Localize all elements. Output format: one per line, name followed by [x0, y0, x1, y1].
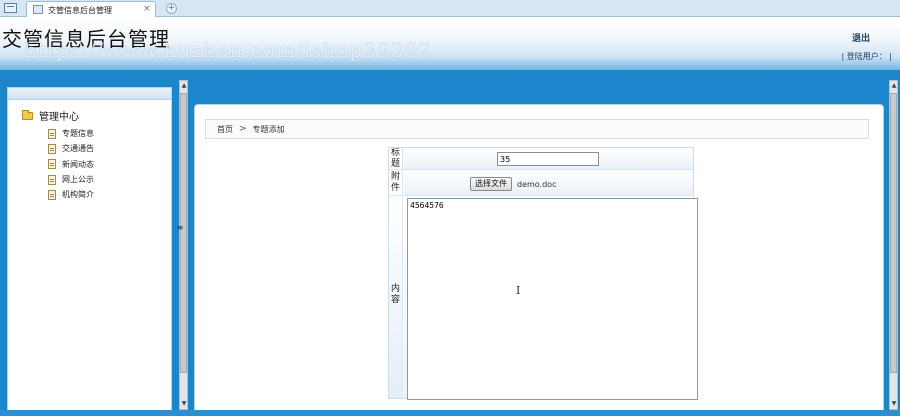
window-menu-icon[interactable] [4, 3, 17, 13]
content-row: 内容 4564576 I [389, 196, 698, 400]
title-cell [404, 148, 693, 169]
title-input[interactable] [497, 152, 599, 166]
new-tab-icon[interactable]: + [166, 3, 177, 14]
page-icon [33, 5, 43, 14]
bottom-border [0, 410, 900, 416]
tab-title: 交管信息后台管理 [48, 6, 112, 15]
tree-root[interactable]: 管理中心 [22, 108, 79, 123]
app-header: 交管信息后台管理 https://www.huzhan.com/ishop393… [0, 17, 900, 70]
title-row: 标题 [389, 148, 693, 170]
scroll-down-icon[interactable]: ▼ [181, 400, 187, 408]
tree-list: 专题信息 交通通告 新闻动态 网上公示 机构简介 [48, 126, 94, 202]
tree-root-label: 管理中心 [39, 112, 79, 123]
title-label: 标题 [389, 148, 403, 169]
main-panel: 首页 > 专题添加 标题 附件 选择文件 demo.doc 内容 4564576… [194, 104, 884, 416]
browser-tab-strip: 交管信息后台管理 × + [0, 0, 900, 17]
sidebar-item-topics[interactable]: 专题信息 [48, 126, 94, 141]
scroll-up-icon[interactable]: ▲ [181, 82, 187, 90]
scroll-thumb[interactable] [890, 93, 897, 373]
selected-file-name: demo.doc [517, 180, 557, 189]
content-label: 内容 [389, 196, 403, 398]
document-icon [48, 189, 56, 200]
document-icon [48, 128, 56, 139]
content-textarea[interactable]: 4564576 [407, 198, 698, 400]
document-icon [48, 143, 56, 154]
document-icon [48, 159, 56, 170]
attachment-row: 附件 选择文件 demo.doc [389, 170, 693, 196]
attachment-cell: 选择文件 demo.doc [404, 170, 693, 195]
text-cursor-icon: I [516, 284, 521, 297]
main-scrollbar[interactable]: ▲ ▼ [889, 80, 898, 410]
sidebar-item-label: 网上公示 [62, 175, 94, 185]
sidebar-item-label: 专题信息 [62, 129, 94, 139]
folder-open-icon [22, 109, 33, 120]
breadcrumb-separator: > [239, 124, 247, 134]
breadcrumb: 首页 > 专题添加 [205, 119, 869, 139]
sidebar-scrollbar[interactable]: ▲ ▼ [179, 80, 188, 410]
scroll-up-icon[interactable]: ▲ [891, 82, 897, 90]
browser-tab[interactable]: 交管信息后台管理 × [26, 1, 156, 17]
topic-form: 标题 附件 选择文件 demo.doc 内容 4564576 I [388, 147, 698, 400]
watermark-text: https://www.huzhan.com/ishop39397 [24, 38, 432, 62]
sidebar-item-notices[interactable]: 交通通告 [48, 141, 94, 156]
sidebar-item-label: 新闻动态 [62, 159, 94, 169]
sidebar-item-news[interactable]: 新闻动态 [48, 157, 94, 172]
panel-splitter-handle[interactable]: ≡ [176, 218, 184, 238]
logout-link[interactable]: 退出 [852, 31, 870, 44]
scroll-down-icon[interactable]: ▼ [891, 400, 897, 408]
sidebar: 管理中心 专题信息 交通通告 新闻动态 网上公示 机构简介 [7, 87, 172, 416]
login-user-label: | 登陆用户： | [841, 52, 892, 61]
sidebar-item-about[interactable]: 机构简介 [48, 187, 94, 202]
document-icon [48, 174, 56, 185]
breadcrumb-home[interactable]: 首页 [217, 124, 233, 135]
sidebar-item-label: 机构简介 [62, 190, 94, 200]
sidebar-item-publicity[interactable]: 网上公示 [48, 172, 94, 187]
sidebar-item-label: 交通通告 [62, 144, 94, 154]
attachment-label: 附件 [389, 170, 403, 195]
sidebar-header [8, 88, 171, 100]
breadcrumb-current: 专题添加 [252, 124, 285, 134]
choose-file-button[interactable]: 选择文件 [470, 177, 512, 191]
close-icon[interactable]: × [143, 4, 151, 14]
content-cell: 4564576 I [404, 196, 698, 400]
